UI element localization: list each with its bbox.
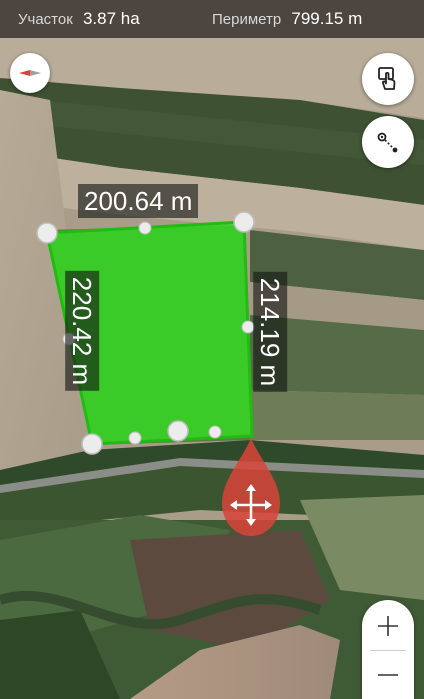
segment-length-right: 214.19 m [253, 271, 288, 393]
vertex-handle[interactable] [36, 222, 58, 244]
minus-icon [378, 674, 398, 676]
measure-tool-button[interactable] [362, 116, 414, 168]
plus-icon [378, 616, 398, 636]
perimeter-label: Периметр [212, 11, 282, 28]
segment-length-left: 220.42 m [65, 270, 100, 392]
distance-measure-icon [377, 132, 398, 153]
compass-icon [19, 70, 41, 76]
vertex-handle[interactable] [233, 211, 255, 233]
zoom-control [362, 600, 414, 699]
hand-tool-button[interactable] [362, 53, 414, 105]
vertex-handle[interactable] [81, 433, 103, 455]
measurement-bar: Участок 3.87 ha Периметр 799.15 m [0, 0, 424, 38]
segment-length-top: 200.64 m [78, 184, 199, 218]
compass-button[interactable] [10, 53, 50, 93]
midpoint-handle[interactable] [128, 431, 142, 445]
midpoint-handle[interactable] [241, 320, 255, 334]
vertex-handle[interactable] [167, 420, 189, 442]
hand-pointer-icon [378, 67, 396, 90]
area-label: Участок [18, 11, 73, 28]
zoom-out-button[interactable] [362, 651, 414, 699]
midpoint-handle[interactable] [138, 221, 152, 235]
area-value: 3.87 ha [82, 9, 140, 28]
satellite-map[interactable] [0, 0, 424, 699]
perimeter-value: 799.15 m [291, 9, 363, 28]
midpoint-handle[interactable] [208, 425, 222, 439]
zoom-in-button[interactable] [362, 602, 414, 650]
